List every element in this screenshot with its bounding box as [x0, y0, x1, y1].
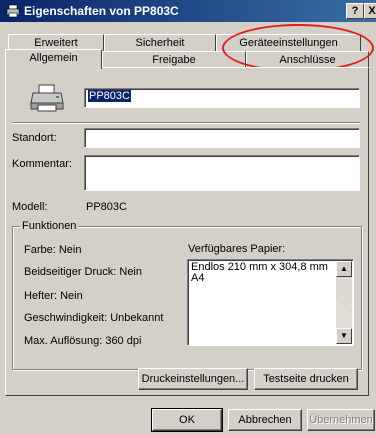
location-label: Standort: [12, 132, 57, 144]
tab-geraeteeinstellungen[interactable]: Geräteeinstellungen [216, 34, 361, 51]
cancel-button[interactable]: Abbrechen [228, 409, 302, 431]
printer-name-value: PP803C [88, 90, 131, 102]
features-group-label: Funktionen [20, 220, 79, 232]
printer-name-input[interactable]: PP803C [84, 88, 360, 108]
apply-button[interactable]: Übernehmen [307, 409, 375, 431]
divider [12, 122, 360, 124]
feature-duplex: Beidseitiger Druck: Nein [24, 266, 142, 278]
help-button[interactable]: ? [346, 3, 364, 19]
paper-scrollbar[interactable]: ▲ ▼ [336, 261, 352, 344]
paper-listbox[interactable]: Endlos 210 mm x 304,8 mm A4 ▲ ▼ [187, 259, 354, 346]
comment-input[interactable] [84, 155, 360, 191]
title-bar: Eigenschaften von PP803C ? X [0, 0, 376, 22]
print-preferences-button[interactable]: Druckeinstellungen... [138, 368, 248, 390]
tab-allgemein[interactable]: Allgemein [5, 49, 102, 69]
ok-button[interactable]: OK [151, 408, 223, 432]
model-label: Modell: [12, 201, 48, 213]
printer-icon [6, 4, 20, 18]
feature-resolution: Max. Auflösung: 360 dpi [24, 335, 142, 347]
paper-label: Verfügbares Papier: [188, 243, 286, 255]
paper-item[interactable]: Endlos 210 mm x 304,8 mm [191, 262, 328, 273]
scroll-up-button[interactable]: ▲ [336, 261, 352, 277]
feature-color: Farbe: Nein [24, 244, 82, 256]
model-value: PP803C [86, 201, 127, 213]
location-input[interactable] [84, 128, 360, 148]
paper-item[interactable]: A4 [191, 273, 328, 284]
window-title: Eigenschaften von PP803C [24, 4, 179, 18]
printer-icon [30, 84, 64, 112]
feature-staple: Hefter: Nein [24, 290, 83, 302]
close-button[interactable]: X [364, 3, 376, 19]
feature-speed: Geschwindigkeit: Unbekannt [24, 312, 164, 324]
tab-anschluesse[interactable]: Anschlüsse [246, 51, 369, 68]
comment-label: Kommentar: [12, 158, 72, 170]
scroll-down-button[interactable]: ▼ [336, 328, 352, 344]
test-page-button[interactable]: Testseite drucken [254, 368, 358, 390]
tab-sicherheit[interactable]: Sicherheit [104, 34, 216, 51]
tab-freigabe[interactable]: Freigabe [102, 51, 246, 68]
